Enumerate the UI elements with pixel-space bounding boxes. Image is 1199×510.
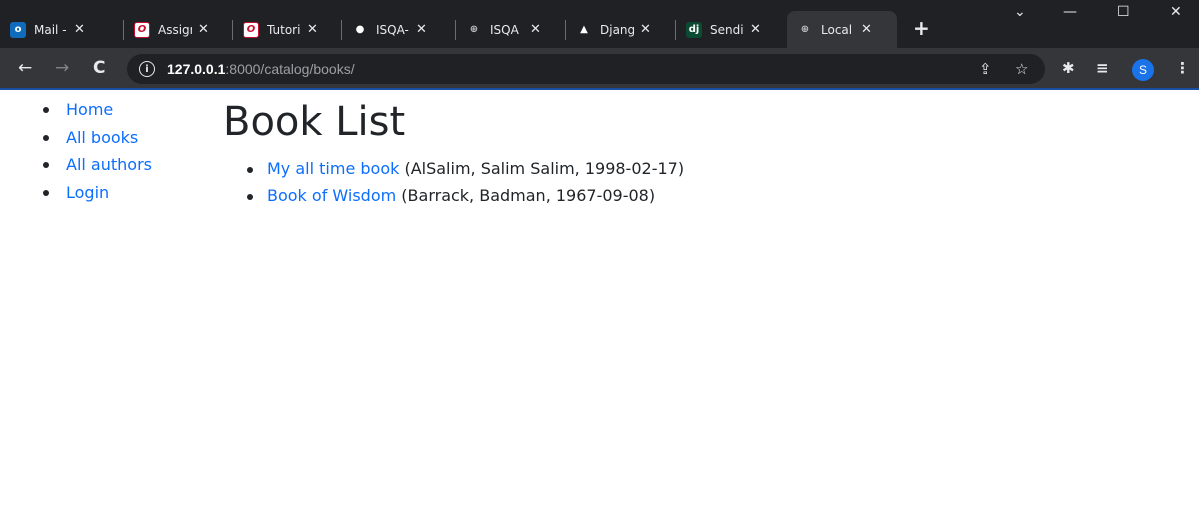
sidebar-link-all-authors[interactable]: All authors	[66, 155, 152, 174]
url-path: :8000/catalog/books/	[225, 61, 355, 77]
tab-title: Mail -	[34, 22, 67, 37]
sidebar-item-login: Login	[38, 179, 152, 207]
minimize-window-button[interactable]: —	[1063, 4, 1077, 20]
django-icon: ▲	[580, 24, 588, 35]
sidebar-item-home: Home	[38, 96, 152, 124]
address-bar[interactable]: i 127.0.0.1:8000/catalog/books/ ⇪ ☆	[127, 54, 1045, 84]
reload-button[interactable]: C	[93, 58, 105, 78]
browser-tab-strip: o Mail - ✕ O Assigr ✕ O Tutori ✕ ● ISQA-…	[0, 0, 1199, 48]
book-link[interactable]: My all time book	[267, 159, 399, 178]
tab-title: ISQA	[490, 22, 519, 37]
book-list: My all time book (AlSalim, Salim Salim, …	[244, 156, 684, 209]
profile-avatar[interactable]: S	[1132, 59, 1154, 81]
share-icon[interactable]: ⇪	[979, 60, 992, 78]
tab-localhost-active[interactable]: ⊕ Local ✕	[787, 11, 897, 48]
tab-django[interactable]: ▲ Djang ✕	[566, 11, 674, 48]
tab-tutorial[interactable]: O Tutori ✕	[233, 11, 340, 48]
tab-close-icon[interactable]: ✕	[307, 22, 318, 37]
tab-title: Djang	[600, 22, 634, 37]
back-button[interactable]: ←	[18, 58, 32, 78]
tab-isqa[interactable]: ⊕ ISQA ✕	[456, 11, 564, 48]
list-item: Book of Wisdom (Barrack, Badman, 1967-09…	[244, 183, 684, 210]
sidebar-link-home[interactable]: Home	[66, 100, 113, 119]
tab-assignment[interactable]: O Assigr ✕	[124, 11, 231, 48]
url-host: 127.0.0.1	[167, 61, 226, 77]
tab-title: ISQA-	[376, 22, 409, 37]
tab-close-icon[interactable]: ✕	[640, 22, 651, 37]
tab-isqa-github[interactable]: ● ISQA- ✕	[342, 11, 454, 48]
tab-title: Tutori	[267, 22, 301, 37]
extensions-icon[interactable]: ✱	[1062, 59, 1075, 77]
tab-search-dropdown-icon[interactable]: ⌄	[1014, 4, 1026, 20]
reading-list-icon[interactable]: ≡	[1096, 59, 1109, 77]
bookmark-star-icon[interactable]: ☆	[1015, 60, 1028, 78]
sidebar-nav: Home All books All authors Login	[38, 96, 152, 206]
sidebar-item-all-authors: All authors	[38, 151, 152, 179]
globe-icon: ⊕	[469, 24, 479, 35]
browser-menu-icon[interactable]: ⋮	[1175, 59, 1190, 77]
tab-close-icon[interactable]: ✕	[530, 22, 541, 37]
outlook-icon: o	[10, 21, 26, 38]
new-tab-button[interactable]: +	[913, 16, 930, 40]
page-title: Book List	[223, 99, 406, 145]
globe-icon: ⊕	[800, 24, 810, 35]
page-content: Home All books All authors Login Book Li…	[0, 92, 1199, 510]
unl-icon: O	[134, 21, 150, 38]
sidebar-link-all-books[interactable]: All books	[66, 128, 138, 147]
dj-icon: dj	[686, 21, 702, 38]
sidebar-link-login[interactable]: Login	[66, 183, 109, 202]
tab-title: Local	[821, 22, 853, 37]
tab-mail[interactable]: o Mail - ✕	[0, 11, 118, 48]
tab-close-icon[interactable]: ✕	[416, 22, 427, 37]
book-link[interactable]: Book of Wisdom	[267, 186, 396, 205]
tab-close-icon[interactable]: ✕	[198, 22, 209, 37]
sidebar-item-all-books: All books	[38, 124, 152, 152]
address-url[interactable]: 127.0.0.1:8000/catalog/books/	[167, 61, 355, 77]
close-window-button[interactable]: ✕	[1170, 4, 1182, 20]
tab-title: Assigr	[158, 22, 192, 37]
tab-close-icon[interactable]: ✕	[861, 22, 872, 37]
tab-title: Sendi	[710, 22, 744, 37]
forward-button[interactable]: →	[55, 58, 69, 78]
main-content: Book List My all time book (AlSalim, Sal…	[223, 96, 684, 209]
tab-close-icon[interactable]: ✕	[750, 22, 761, 37]
book-details: (AlSalim, Salim Salim, 1998-02-17)	[399, 159, 685, 178]
book-details: (Barrack, Badman, 1967-09-08)	[396, 185, 656, 205]
tab-sending[interactable]: dj Sendi ✕	[676, 11, 784, 48]
github-icon: ●	[355, 24, 365, 35]
site-info-icon[interactable]: i	[139, 61, 155, 77]
tab-close-icon[interactable]: ✕	[74, 22, 85, 37]
browser-toolbar: ← → C i 127.0.0.1:8000/catalog/books/ ⇪ …	[0, 48, 1199, 90]
list-item: My all time book (AlSalim, Salim Salim, …	[244, 156, 684, 183]
maximize-window-button[interactable]: ☐	[1117, 4, 1130, 20]
unl-icon: O	[243, 21, 259, 38]
